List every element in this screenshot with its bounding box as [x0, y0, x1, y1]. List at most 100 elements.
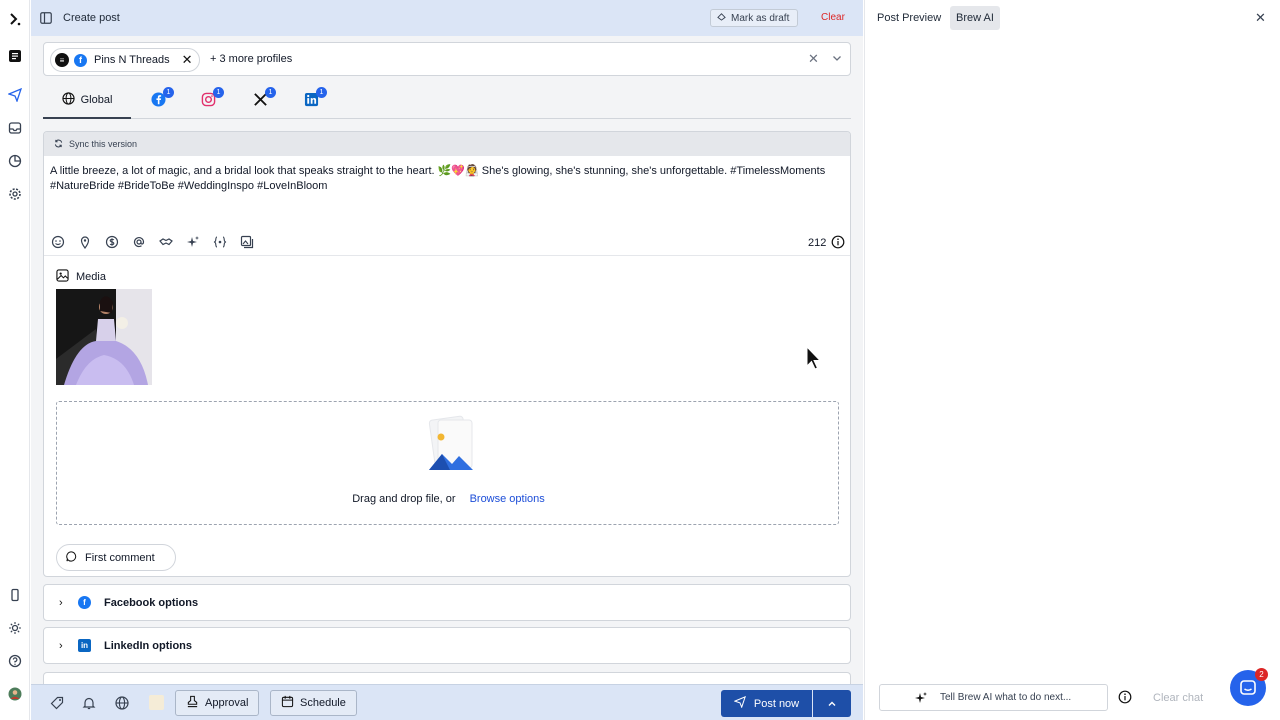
sparkle-icon[interactable] [186, 235, 200, 249]
sparkle-icon [914, 691, 928, 705]
post-now-label: Post now [753, 697, 800, 710]
media-section-header: Media [56, 269, 106, 285]
mark-as-draft-button[interactable]: Mark as draft [710, 9, 799, 27]
more-profiles-label[interactable]: + 3 more profiles [210, 53, 292, 65]
editor-topbar: Create post Mark as draft Clear [31, 0, 863, 36]
theme-toggle-icon[interactable] [7, 620, 23, 636]
chevron-down-icon[interactable] [831, 52, 843, 64]
first-comment-label: First comment [85, 551, 155, 564]
tab-brew-ai[interactable]: Brew AI [950, 6, 1000, 30]
facebook-icon: f [78, 596, 91, 609]
character-count: 212 [808, 237, 827, 249]
chat-icon [1240, 680, 1256, 695]
inbox-nav-icon[interactable] [7, 120, 23, 136]
brew-ai-input[interactable]: Tell Brew AI what to do next... [879, 684, 1108, 711]
page-title: Create post [63, 12, 120, 24]
tab-global-label: Global [80, 93, 113, 106]
profile-selector[interactable]: ≡ f Pins N Threads ✕ + 3 more profiles ✕ [43, 42, 851, 76]
chat-badge: 2 [1255, 668, 1268, 681]
calendar-icon [281, 695, 294, 711]
app-root: Create post Mark as draft Clear ≡ f Pins… [0, 0, 1280, 720]
facebook-options-label: Facebook options [104, 596, 199, 609]
linkedin-options-label: LinkedIn options [104, 639, 192, 652]
support-chat-button[interactable]: 2 [1230, 668, 1268, 706]
brand-logo-icon[interactable] [7, 11, 23, 27]
file-dropzone[interactable]: Drag and drop file, or Browse options [56, 401, 839, 525]
facebook-options-accordion[interactable]: › f Facebook options [43, 584, 851, 621]
profile-chip-name: Pins N Threads [94, 54, 170, 66]
compose-nav-icon[interactable] [7, 48, 23, 64]
post-text-area[interactable]: A little breeze, a lot of magic, and a b… [44, 156, 850, 232]
clear-button[interactable]: Clear [821, 12, 845, 23]
clear-chat-button[interactable]: Clear chat [1153, 692, 1203, 704]
facebook-badge: 1 [163, 87, 174, 98]
mention-icon[interactable] [132, 235, 146, 249]
mobile-app-icon[interactable] [7, 587, 23, 603]
tab-global[interactable]: Global [43, 82, 131, 119]
tab-linkedin[interactable]: 1 [304, 87, 327, 108]
tab-x[interactable]: 1 [253, 87, 276, 108]
clear-profiles-icon[interactable]: ✕ [808, 51, 819, 67]
brew-ai-placeholder: Tell Brew AI what to do next... [940, 692, 1072, 703]
dollar-icon[interactable] [105, 235, 119, 249]
sidebar-toggle-icon[interactable] [40, 12, 52, 24]
profile-chip[interactable]: ≡ f Pins N Threads ✕ [50, 48, 200, 72]
mouse-cursor-icon [806, 346, 822, 370]
mark-as-draft-label: Mark as draft [731, 12, 790, 24]
chevron-right-icon: › [59, 596, 63, 609]
remove-profile-icon[interactable]: ✕ [182, 52, 193, 68]
approval-label: Approval [205, 697, 249, 709]
upload-illustration-icon [428, 415, 473, 470]
send-icon [733, 695, 746, 711]
close-panel-icon[interactable]: ✕ [1255, 10, 1266, 26]
first-comment-button[interactable]: First comment [56, 544, 176, 571]
sync-icon [54, 139, 63, 150]
comment-icon [66, 550, 77, 565]
tab-facebook[interactable]: 1 [151, 87, 174, 108]
chevron-right-icon: › [59, 639, 63, 652]
publish-nav-icon[interactable] [7, 87, 23, 103]
post-now-button[interactable]: Post now [721, 690, 812, 717]
composer-toolbar: 212 [44, 232, 850, 256]
analytics-nav-icon[interactable] [7, 153, 23, 169]
info-icon[interactable] [831, 235, 845, 249]
help-icon[interactable] [7, 653, 23, 669]
profile-avatar: ≡ [55, 53, 69, 67]
media-thumbnail[interactable] [56, 289, 152, 385]
left-nav-rail [0, 0, 30, 720]
schedule-label: Schedule [300, 697, 346, 709]
image-icon [56, 269, 69, 285]
network-tabs: Global 1 1 1 1 [43, 82, 851, 119]
emoji-icon[interactable] [51, 235, 65, 249]
approval-button[interactable]: Approval [175, 690, 260, 716]
variables-icon[interactable] [213, 235, 227, 249]
right-panel: Post Preview Brew AI ✕ Tell Brew AI what… [864, 0, 1280, 720]
linkedin-options-accordion[interactable]: › in LinkedIn options [43, 627, 851, 664]
tab-post-preview[interactable]: Post Preview [871, 6, 947, 30]
x-badge: 1 [265, 87, 276, 98]
info-icon[interactable] [1118, 690, 1132, 704]
linkedin-icon: in [78, 639, 91, 652]
dropzone-text: Drag and drop file, or Browse options [57, 493, 840, 505]
media-library-icon[interactable] [240, 235, 254, 249]
post-options-toggle[interactable] [813, 690, 851, 717]
schedule-button[interactable]: Schedule [270, 690, 357, 716]
handshake-icon[interactable] [159, 235, 173, 249]
linkedin-badge: 1 [316, 87, 327, 98]
tab-instagram[interactable]: 1 [201, 87, 224, 108]
tag-icon[interactable] [50, 696, 64, 710]
bell-icon[interactable] [82, 696, 96, 710]
globe-icon [61, 91, 75, 108]
location-icon[interactable] [78, 235, 92, 250]
composer-card: Sync this version A little breeze, a lot… [43, 131, 851, 577]
browse-options-link[interactable]: Browse options [470, 493, 545, 505]
post-editor: Create post Mark as draft Clear ≡ f Pins… [31, 0, 863, 720]
color-swatch[interactable] [149, 695, 164, 710]
sync-version-bar[interactable]: Sync this version [44, 132, 850, 156]
editor-bottombar: Approval Schedule Post now [31, 684, 863, 720]
settings-nav-icon[interactable] [7, 186, 23, 202]
globe-icon[interactable] [115, 696, 129, 710]
editor-content: ≡ f Pins N Threads ✕ + 3 more profiles ✕ [43, 36, 851, 686]
user-avatar[interactable] [7, 686, 23, 702]
draft-icon [717, 12, 726, 24]
